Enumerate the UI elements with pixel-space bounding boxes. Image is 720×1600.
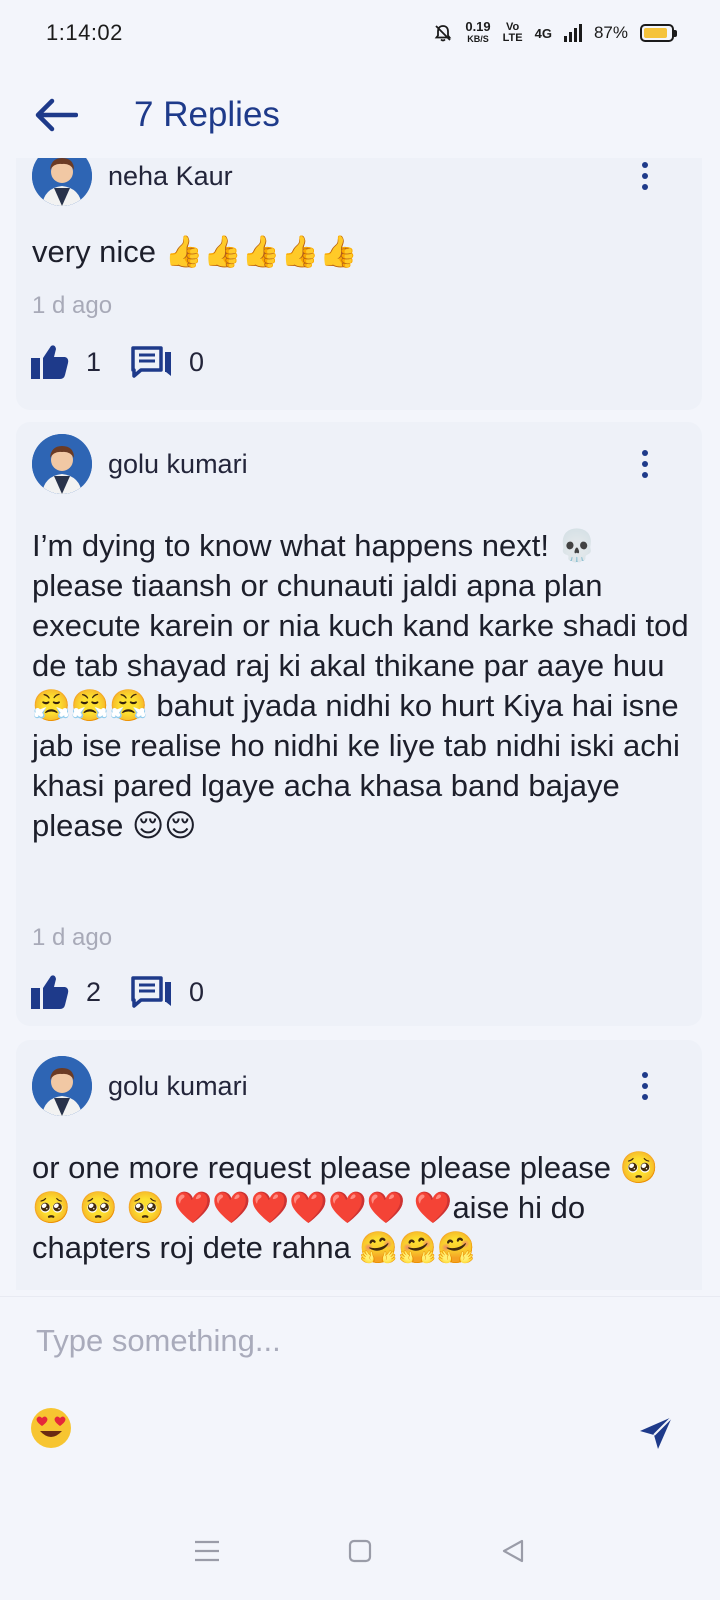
comment-icon [131,346,172,378]
reply-author[interactable]: neha Kaur [108,161,233,192]
battery-icon [640,24,677,42]
signal-icon [563,24,582,42]
reply-text: or one more request please please please… [32,1150,659,1265]
volte-bottom: LTE [502,32,523,44]
more-options-button[interactable] [630,444,660,484]
volte-indicator: Vo LTE [503,22,523,44]
reply-timestamp: 1 d ago [32,292,113,319]
comment-button[interactable]: 0 [131,346,204,378]
reply-author[interactable]: golu kumari [108,1071,248,1102]
home-button[interactable] [340,1531,380,1571]
status-time: 1:14:02 [46,20,123,45]
reply-author[interactable]: golu kumari [108,449,248,480]
like-button[interactable]: 1 [30,344,101,380]
reply-timestamp: 1 d ago [32,924,113,951]
like-count: 1 [86,346,102,377]
reply-count: 0 [189,976,205,1007]
replies-list[interactable]: neha Kaur very nice 👍👍👍👍👍 1 d ago 1 0 go… [0,158,720,1290]
system-navigation-bar [0,1502,720,1600]
like-button[interactable]: 2 [30,974,101,1010]
reply-card: golu kumari I’m dying to know what happe… [16,422,702,1026]
battery-percent: 87% [593,23,628,42]
reply-text: I’m dying to know what happens next! 💀 p… [32,528,689,843]
send-button[interactable] [636,1413,676,1453]
back-button[interactable] [30,89,82,141]
avatar[interactable] [32,1056,92,1116]
status-icons: 0.19 KB/S Vo LTE 4G 87% [433,19,677,45]
bell-off-icon [435,25,452,42]
comment-icon [131,976,172,1008]
more-options-button[interactable] [630,158,660,196]
reply-header: golu kumari [32,434,248,494]
header: 7 Replies [0,82,720,148]
comment-composer [0,1296,720,1502]
more-options-button[interactable] [630,1066,660,1106]
reply-card: neha Kaur very nice 👍👍👍👍👍 1 d ago 1 0 [16,158,702,410]
recent-apps-button[interactable] [187,1531,227,1571]
user-avatar-icon [32,158,92,206]
thumbs-up-icon [31,345,69,379]
reply-text: very nice 👍👍👍👍👍 [32,234,358,269]
reply-header: golu kumari [32,1056,248,1116]
reply-count: 0 [189,346,205,377]
network-type: 4G [534,25,552,41]
menu-icon [194,1540,219,1562]
reply-card: golu kumari or one more request please p… [16,1040,702,1290]
arrow-left-icon [35,98,78,132]
comment-input[interactable] [36,1317,656,1365]
send-icon [640,1416,673,1449]
avatar[interactable] [32,434,92,494]
reply-actions: 2 0 [30,972,204,1012]
thumbs-up-icon [31,975,69,1009]
square-icon [348,1539,372,1563]
avatar[interactable] [32,158,92,206]
heart-eyes-emoji-icon [31,1408,71,1448]
network-speed-unit: KB/S [467,34,489,44]
user-avatar-icon [32,434,92,494]
network-speed-value: 0.19 [465,19,491,34]
page-title: 7 Replies [134,95,280,134]
battery-fill [644,28,667,38]
status-bar: 1:14:02 0.19 KB/S Vo LTE 4G 87% [0,0,720,66]
emoji-button[interactable] [30,1407,72,1449]
network-speed: 0.19 KB/S [465,19,491,45]
triangle-back-icon [503,1539,524,1563]
user-avatar-icon [32,1056,92,1116]
like-count: 2 [86,976,102,1007]
reply-actions: 1 0 [30,342,204,382]
comment-button[interactable]: 0 [131,976,204,1008]
reply-header: neha Kaur [32,158,233,206]
back-nav-button[interactable] [493,1531,533,1571]
